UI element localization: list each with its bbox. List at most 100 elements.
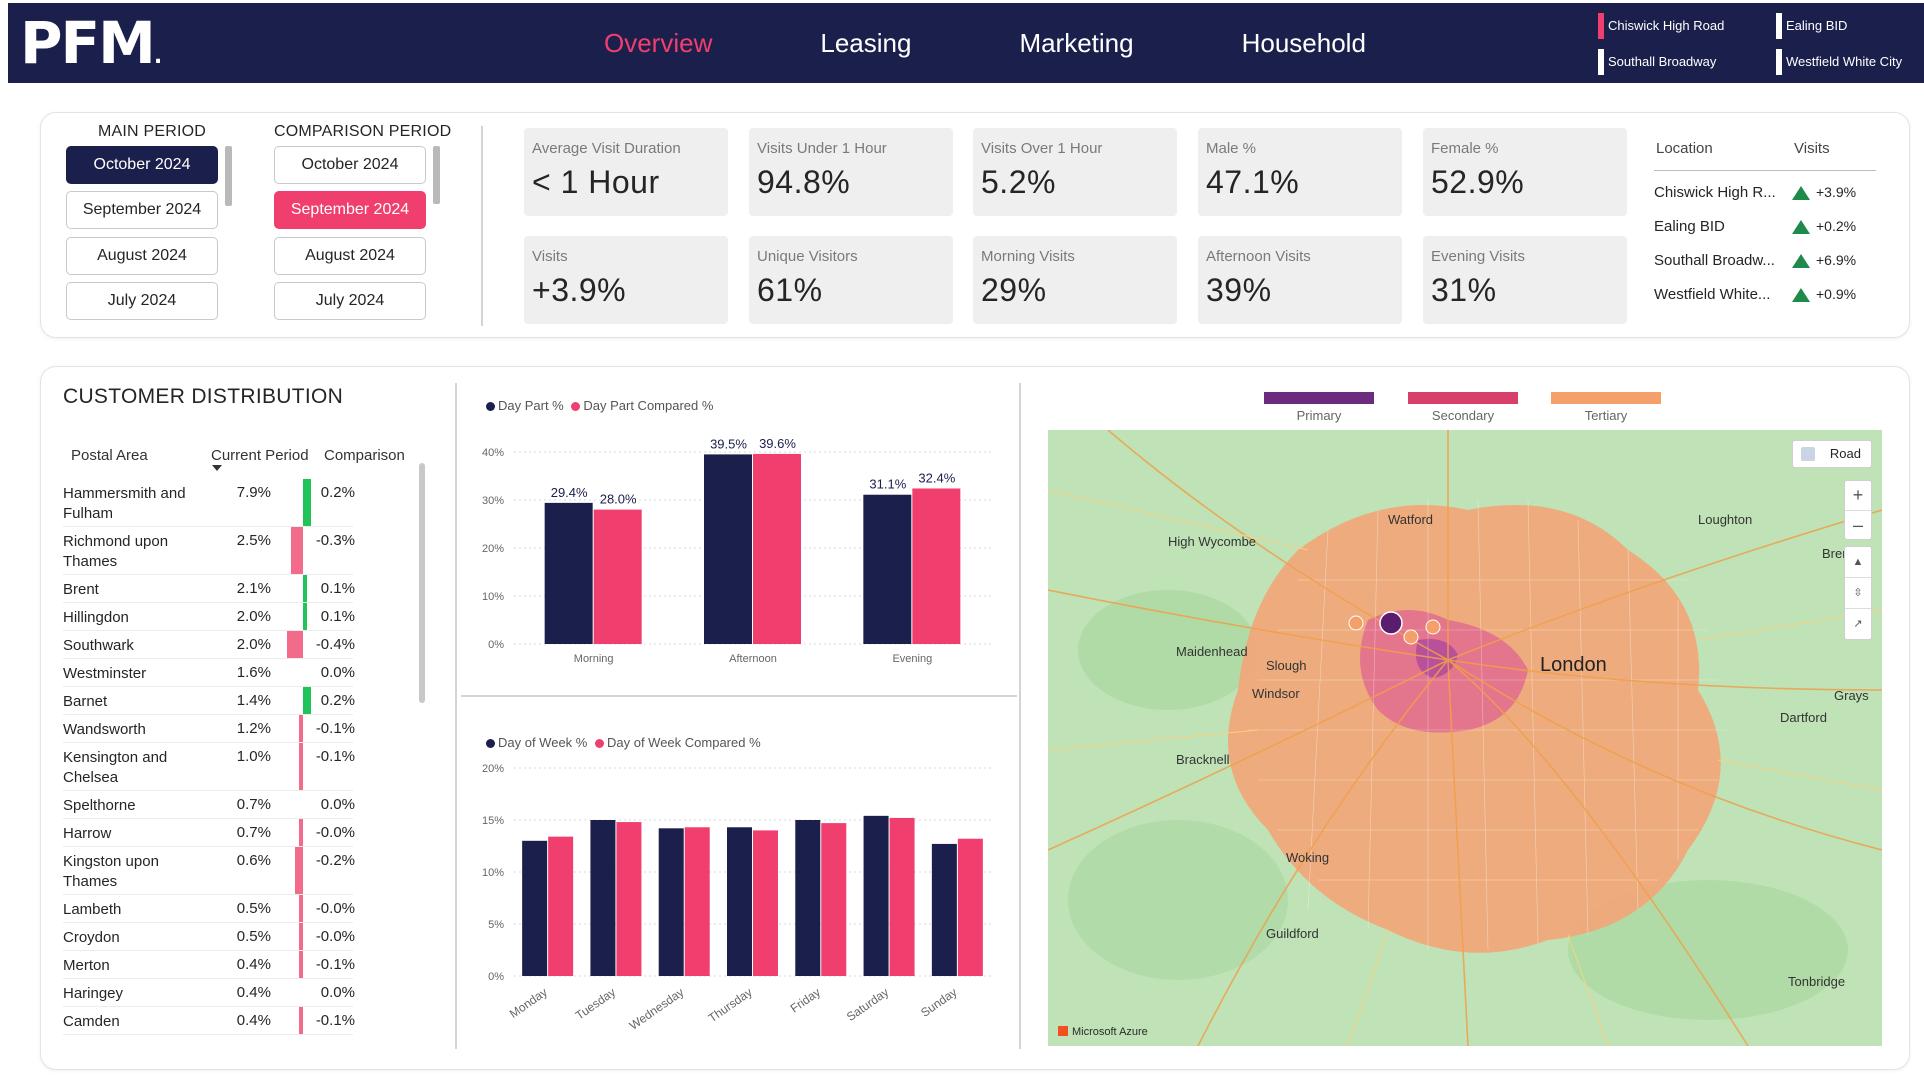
place-guildford: Guildford [1266, 926, 1319, 941]
main-period-scrollbar[interactable] [225, 146, 232, 206]
kpi-value: 47.1% [1206, 164, 1300, 200]
zoom-in-button[interactable]: + [1845, 481, 1871, 511]
table-row[interactable]: Lambeth 0.5% -0.0% [63, 895, 355, 923]
microsoft-logo-icon [1058, 1026, 1068, 1036]
catchment-map[interactable]: Watford Loughton High Wycombe Maidenhead… [1048, 430, 1882, 1046]
current-period-value: 0.4% [236, 956, 271, 973]
kpi-visits: Visits +3.9% [524, 236, 728, 324]
table-row[interactable]: Kensington and Chelsea 1.0% -0.1% [63, 743, 355, 791]
table-row[interactable]: Croydon 0.5% -0.0% [63, 923, 355, 951]
bar-day-part-compared-morning [593, 509, 642, 644]
postal-area-header[interactable]: Postal Area [71, 447, 148, 464]
current-period-value: 2.1% [236, 580, 271, 597]
table-row[interactable]: Southwark 2.0% -0.4% [63, 631, 355, 659]
location-visits: +0.9% [1816, 286, 1857, 302]
map-style-button[interactable]: Road [1792, 440, 1872, 468]
postal-area-name: Brent [63, 581, 99, 598]
table-row[interactable]: Wandsworth 1.2% -0.1% [63, 715, 355, 743]
table-row[interactable]: Merton 0.4% -0.1% [63, 951, 355, 979]
nav-household[interactable]: Household [1242, 28, 1366, 59]
comparison-period-scrollbar[interactable] [433, 146, 440, 204]
y-tick-label: 15% [482, 815, 504, 827]
current-period-value: 0.6% [236, 852, 271, 869]
current-period-header[interactable]: Current Period [211, 447, 309, 464]
table-row[interactable]: Richmond upon Thames 2.5% -0.3% [63, 527, 355, 575]
day-part-legend: Day Part % Day Part Compared % [486, 398, 713, 413]
legend-dot-icon [486, 739, 495, 748]
site-ealing[interactable]: Ealing BID [1776, 13, 1847, 39]
table-rule [1654, 170, 1876, 171]
table-row[interactable]: Brent 2.1% 0.1% [63, 575, 355, 603]
table-row[interactable]: Harrow 0.7% -0.0% [63, 819, 355, 847]
table-row[interactable]: Camden 0.4% -0.1% [63, 1007, 355, 1035]
location-row[interactable]: Chiswick High R... +3.9% [1654, 178, 1876, 208]
visits-header[interactable]: Visits [1794, 140, 1830, 157]
up-triangle-icon [1792, 186, 1810, 200]
main-period-october[interactable]: October 2024 [66, 146, 218, 184]
data-label: 32.4% [918, 470, 955, 485]
map-rotate-control: ▲ ⇳ ↗ [1844, 546, 1872, 640]
current-period-value: 2.0% [236, 608, 271, 625]
site-chiswick[interactable]: Chiswick High Road [1598, 13, 1724, 39]
reset-north-icon[interactable]: ⇳ [1845, 578, 1871, 609]
comparison-bar [291, 527, 303, 574]
comparison-period-october[interactable]: October 2024 [274, 146, 426, 184]
location-row[interactable]: Ealing BID +0.2% [1654, 212, 1876, 242]
bar-day-part-evening [863, 494, 912, 644]
pitch-button[interactable]: ↗ [1845, 609, 1871, 639]
day-part-legend-item[interactable]: Day Part % [486, 398, 564, 413]
ealing-site-marker[interactable] [1348, 615, 1364, 631]
data-label: 31.1% [869, 477, 906, 492]
bar-day-of-week-thursday [727, 827, 752, 976]
nav-leasing[interactable]: Leasing [820, 28, 911, 59]
location-row[interactable]: Westfield White... +0.9% [1654, 280, 1876, 310]
sort-descending-icon[interactable] [212, 465, 222, 471]
legend-dot-icon [486, 402, 495, 411]
site-color-marker [1598, 13, 1604, 39]
kpi-value: 94.8% [757, 164, 851, 200]
main-period-july[interactable]: July 2024 [66, 282, 218, 320]
table-row[interactable]: Hillingdon 2.0% 0.1% [63, 603, 355, 631]
zoom-out-button[interactable]: – [1845, 511, 1871, 540]
comparison-period-september[interactable]: September 2024 [274, 191, 426, 229]
chiswick-site-marker[interactable] [1379, 611, 1403, 635]
x-category-label: Sunday [918, 985, 959, 1020]
kpi-unique-visitors: Unique Visitors 61% [749, 236, 953, 324]
day-of-week-chart: 0% 5% 10% 15% 20% Monday Tuesday Wednesday Thurs… [482, 763, 992, 1033]
comparison-period-july[interactable]: July 2024 [274, 282, 426, 320]
location-header[interactable]: Location [1656, 140, 1713, 157]
nav-overview[interactable]: Overview [604, 28, 712, 59]
table-row[interactable]: Haringey 0.4% 0.0% [63, 979, 355, 1007]
main-period-august[interactable]: August 2024 [66, 237, 218, 275]
x-category-label: Morning [574, 653, 614, 665]
postal-area-name: Kingston upon Thames [63, 853, 159, 890]
nav-marketing[interactable]: Marketing [1019, 28, 1133, 59]
table-row[interactable]: Spelthorne 0.7% 0.0% [63, 791, 355, 819]
x-category-label: Friday [788, 985, 823, 1016]
day-of-week-compared-legend-item[interactable]: Day of Week Compared % [594, 735, 761, 750]
current-period-value: 1.6% [236, 664, 271, 681]
westfield-site-marker[interactable] [1425, 619, 1441, 635]
comparison-header[interactable]: Comparison [324, 447, 405, 464]
comparison-value: -0.1% [315, 956, 355, 973]
comparison-value: -0.1% [315, 1012, 355, 1029]
southall-site-marker[interactable] [1403, 629, 1419, 645]
site-westfield[interactable]: Westfield White City [1776, 49, 1902, 75]
site-southall[interactable]: Southall Broadway [1598, 49, 1716, 75]
main-period-september[interactable]: September 2024 [66, 191, 218, 229]
table-row[interactable]: Westminster 1.6% 0.0% [63, 659, 355, 687]
table-row[interactable]: Hammersmith and Fulham 7.9% 0.2% [63, 479, 355, 527]
rotate-left-button[interactable]: ▲ [1845, 547, 1871, 578]
day-part-compared-legend-item[interactable]: Day Part Compared % [571, 398, 713, 413]
table-row[interactable]: Kingston upon Thames 0.6% -0.2% [63, 847, 355, 895]
location-row[interactable]: Southall Broadw... +6.9% [1654, 246, 1876, 276]
current-period-value: 1.2% [236, 720, 271, 737]
y-tick-label: 20% [482, 543, 504, 555]
comparison-bar [287, 631, 303, 658]
kpi-label: Morning Visits [981, 248, 1075, 265]
table-row[interactable]: Barnet 1.4% 0.2% [63, 687, 355, 715]
comparison-period-title: COMPARISON PERIOD [274, 123, 452, 140]
distribution-scrollbar[interactable] [419, 463, 425, 703]
day-of-week-legend-item[interactable]: Day of Week % [486, 735, 587, 750]
comparison-period-august[interactable]: August 2024 [274, 237, 426, 275]
